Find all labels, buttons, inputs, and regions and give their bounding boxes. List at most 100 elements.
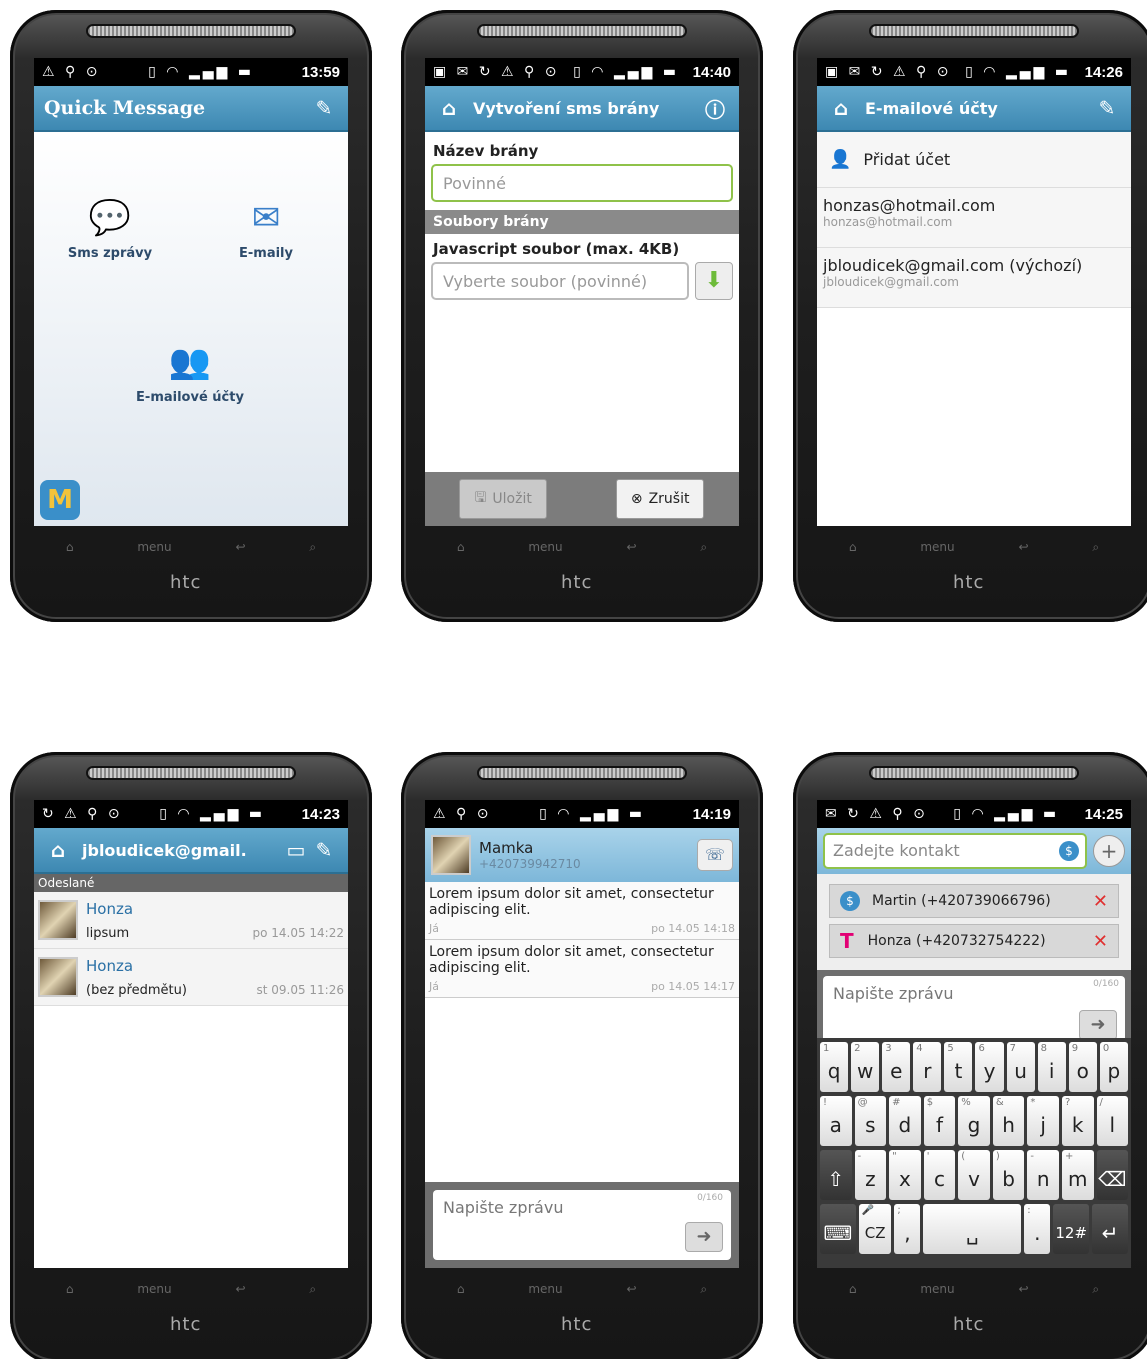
email-tile[interactable]: ✉ E-maily (206, 198, 326, 261)
account-selector[interactable]: jbloudicek@gmail. (82, 841, 282, 860)
remove-x-icon[interactable]: ✕ (1093, 891, 1108, 912)
call-icon[interactable]: ☏ (697, 839, 733, 871)
key-m[interactable]: + m (1061, 1150, 1094, 1200)
brand-logo: htc (561, 1314, 593, 1335)
accounts-label: E-mailové účty (136, 390, 244, 405)
keyboard-row-4: ⌨ 🎤 CZ ,; ␣ .: 12# ↵ (819, 1204, 1129, 1254)
message-input[interactable]: Napište zprávu 0/160 ➜ (433, 1190, 731, 1260)
save-button[interactable]: 🖫 Uložit (459, 479, 547, 519)
key-x[interactable]: " x (889, 1150, 921, 1200)
key-s[interactable]: @ s (854, 1096, 887, 1146)
search-key-icon[interactable]: ⌕ (1092, 1282, 1099, 1297)
info-icon[interactable]: ⓘ (701, 94, 729, 123)
back-key-icon[interactable]: ↩ (235, 1282, 245, 1296)
send-arrow-icon[interactable]: ➜ (685, 1222, 723, 1252)
key-a[interactable]: ! a (820, 1096, 852, 1146)
menu-key[interactable]: menu (920, 540, 954, 554)
search-key-icon[interactable]: ⌕ (309, 540, 316, 555)
title-bar: Quick Message ✎ (34, 86, 348, 132)
key-q[interactable]: 1q (820, 1042, 849, 1092)
search-key-icon[interactable]: ⌕ (700, 1282, 707, 1297)
account-row[interactable]: honzas@hotmail.com honzas@hotmail.com (817, 188, 1131, 248)
search-key-icon[interactable]: ⌕ (700, 540, 707, 555)
space-key[interactable]: ␣ (923, 1204, 1022, 1254)
compose-icon[interactable]: ✎ (1093, 96, 1121, 120)
add-contact-icon[interactable]: + (1093, 835, 1125, 867)
mail-row[interactable]: Honza (bez předmětu) st 09.05 11:26 (34, 949, 348, 1006)
js-file-input[interactable]: Vyberte soubor (povinné) (431, 262, 689, 300)
enter-key-icon[interactable]: ↵ (1092, 1204, 1128, 1254)
key-l[interactable]: / l (1096, 1096, 1129, 1146)
number-mode-key[interactable]: 12# (1053, 1204, 1090, 1254)
key-y[interactable]: 6y (975, 1042, 1004, 1092)
key-g[interactable]: % g (958, 1096, 990, 1146)
language-key[interactable]: 🎤 CZ (858, 1204, 892, 1254)
key-i[interactable]: 8i (1037, 1042, 1066, 1092)
send-arrow-icon[interactable]: ➜ (1079, 1010, 1117, 1040)
key-r[interactable]: 4r (913, 1042, 942, 1092)
backspace-key-icon[interactable]: ⌫ (1096, 1150, 1129, 1200)
char-counter: 0/160 (697, 1193, 723, 1203)
home-key-icon[interactable]: ⌂ (66, 540, 74, 554)
home-key-icon[interactable]: ⌂ (849, 540, 857, 554)
home-icon[interactable]: ⌂ (44, 838, 72, 862)
key-v[interactable]: (v (958, 1150, 990, 1200)
menu-key[interactable]: menu (137, 540, 171, 554)
compose-icon[interactable]: ✎ (310, 838, 338, 862)
home-icon[interactable]: ⌂ (827, 96, 855, 120)
back-key-icon[interactable]: ↩ (626, 540, 636, 554)
home-icon[interactable]: ⌂ (435, 96, 463, 120)
menu-key[interactable]: menu (528, 1282, 562, 1296)
home-key-icon[interactable]: ⌂ (849, 1282, 857, 1296)
key-f[interactable]: $ f (923, 1096, 956, 1146)
account-row[interactable]: jbloudicek@gmail.com (výchozí) jbloudice… (817, 248, 1131, 308)
key-p[interactable]: 0p (1099, 1042, 1128, 1092)
key-o[interactable]: 9o (1068, 1042, 1097, 1092)
key-k[interactable]: ? k (1061, 1096, 1094, 1146)
back-key-icon[interactable]: ↩ (1018, 1282, 1028, 1296)
add-account-row[interactable]: 👤 Přidat účet (817, 132, 1131, 188)
key-n[interactable]: -n (1027, 1150, 1059, 1200)
back-key-icon[interactable]: ↩ (235, 540, 245, 554)
mail-row[interactable]: Honza lipsum po 14.05 14:22 (34, 892, 348, 949)
key-z[interactable]: -z (854, 1150, 887, 1200)
download-arrow-icon[interactable]: ⬇ (695, 262, 733, 300)
remove-x-icon[interactable]: ✕ (1093, 931, 1108, 952)
home-key-icon[interactable]: ⌂ (66, 1282, 74, 1296)
shift-key-icon[interactable]: ⇧ (820, 1150, 852, 1200)
home-key-icon[interactable]: ⌂ (457, 540, 465, 554)
key-h[interactable]: & h (992, 1096, 1025, 1146)
message[interactable]: Lorem ipsum dolor sit amet, consectetur … (425, 940, 739, 998)
keyboard-switch-icon[interactable]: ⌨ (820, 1204, 856, 1254)
recipient-chip[interactable]: T Honza (+420732754222) ✕ (829, 924, 1119, 958)
menu-key[interactable]: menu (528, 540, 562, 554)
message[interactable]: Lorem ipsum dolor sit amet, consectetur … (425, 882, 739, 940)
key-e[interactable]: 3e (882, 1042, 911, 1092)
key-c[interactable]: ' c (923, 1150, 956, 1200)
home-key-icon[interactable]: ⌂ (457, 1282, 465, 1296)
email-accounts-tile[interactable]: 👥 E-mailové účty (130, 342, 250, 405)
menu-key[interactable]: menu (137, 1282, 171, 1296)
period-key[interactable]: .: (1024, 1204, 1051, 1254)
gateway-s-icon[interactable]: $ (1059, 841, 1079, 861)
key-b[interactable]: ) b (992, 1150, 1025, 1200)
punct-key[interactable]: ,; (894, 1204, 921, 1254)
menu-key[interactable]: menu (920, 1282, 954, 1296)
phone-sent-mail: ↻ ⚠ ⚲ ⊙ ▯ ◠ ▂▄▆ ▬ 14:23 ⌂ jbloudicek@gma… (10, 752, 372, 1359)
compose-icon[interactable]: ✎ (310, 96, 338, 120)
contact-input[interactable]: Zadejte kontakt $ (823, 833, 1087, 869)
cancel-button[interactable]: ⊗ Zrušit (615, 479, 705, 519)
sms-tile[interactable]: 💬 Sms zprávy (50, 198, 170, 261)
key-j[interactable]: * j (1027, 1096, 1059, 1146)
key-u[interactable]: 7u (1006, 1042, 1035, 1092)
back-key-icon[interactable]: ↩ (1018, 540, 1028, 554)
back-key-icon[interactable]: ↩ (626, 1282, 636, 1296)
key-t[interactable]: 5t (944, 1042, 973, 1092)
search-key-icon[interactable]: ⌕ (1092, 540, 1099, 555)
gateway-name-input[interactable]: Povinné (431, 164, 733, 202)
recipient-chip[interactable]: $ Martin (+420739066796) ✕ (829, 884, 1119, 918)
key-w[interactable]: 2w (851, 1042, 880, 1092)
key-d[interactable]: # d (889, 1096, 921, 1146)
folder-icon[interactable]: ▭ (282, 838, 310, 862)
search-key-icon[interactable]: ⌕ (309, 1282, 316, 1297)
